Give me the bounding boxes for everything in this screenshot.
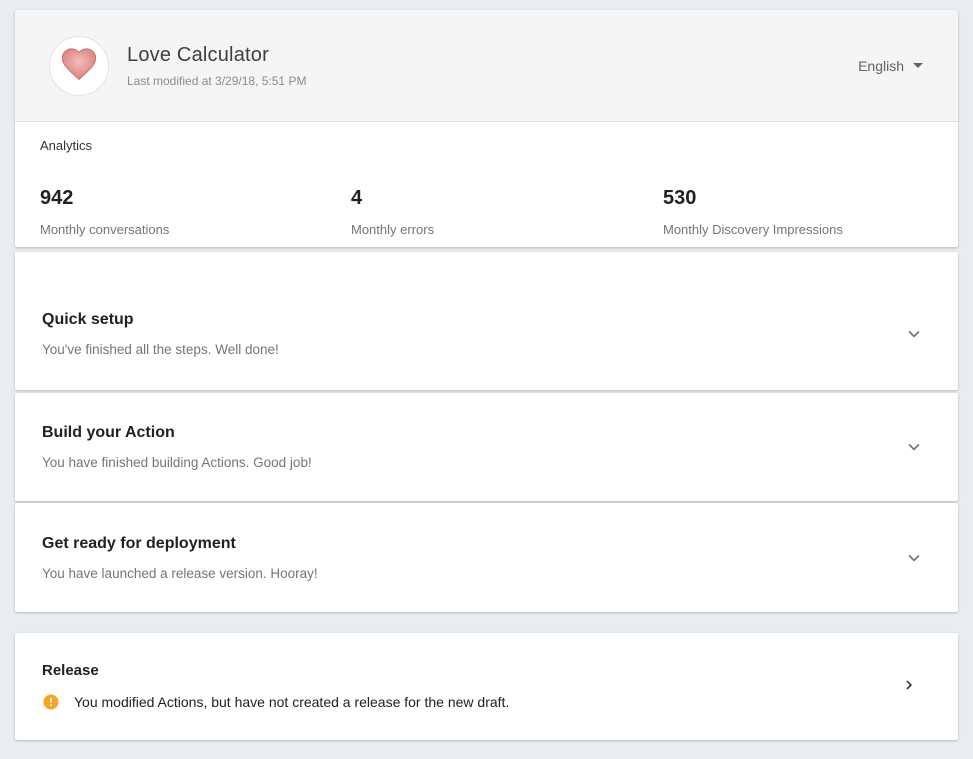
panel-subtitle: You've finished all the steps. Well done… <box>42 342 279 357</box>
panel-title: Quick setup <box>42 311 279 329</box>
metric-value: 942 <box>40 187 351 210</box>
metric-label: Monthly Discovery Impressions <box>663 222 933 237</box>
page: Love Calculator Last modified at 3/29/18… <box>0 0 973 740</box>
panel-content: Get ready for deployment You have launch… <box>42 535 318 581</box>
metric-monthly-conversations: 942 Monthly conversations <box>40 187 351 237</box>
language-label: English <box>858 58 904 74</box>
metrics-row: 942 Monthly conversations 4 Monthly erro… <box>40 187 933 237</box>
panel-content: Build your Action You have finished buil… <box>42 424 312 470</box>
panel-quick-setup[interactable]: Quick setup You've finished all the step… <box>15 252 958 390</box>
panel-title: Get ready for deployment <box>42 535 318 553</box>
analytics-section: Analytics 942 Monthly conversations 4 Mo… <box>15 122 958 247</box>
release-content: Release You modified Actions, but have n… <box>42 662 509 711</box>
chevron-right-icon[interactable] <box>900 676 922 698</box>
language-selector[interactable]: English <box>858 58 923 74</box>
heart-icon <box>59 44 99 87</box>
panel-title: Build your Action <box>42 424 312 442</box>
release-card[interactable]: Release You modified Actions, but have n… <box>15 633 958 740</box>
chevron-down-icon[interactable] <box>903 323 925 345</box>
release-warning-row: You modified Actions, but have not creat… <box>42 693 509 711</box>
metric-label: Monthly errors <box>351 222 663 237</box>
header-text: Love Calculator Last modified at 3/29/18… <box>127 44 858 88</box>
app-avatar <box>49 36 109 96</box>
metric-monthly-errors: 4 Monthly errors <box>351 187 663 237</box>
panel-get-ready-for-deployment[interactable]: Get ready for deployment You have launch… <box>15 503 958 612</box>
app-header: Love Calculator Last modified at 3/29/18… <box>15 10 958 122</box>
metric-value: 4 <box>351 187 663 210</box>
release-title: Release <box>42 662 509 679</box>
panel-subtitle: You have finished building Actions. Good… <box>42 455 312 470</box>
metric-monthly-discovery-impressions: 530 Monthly Discovery Impressions <box>663 187 933 237</box>
app-card: Love Calculator Last modified at 3/29/18… <box>15 10 958 247</box>
page-title: Love Calculator <box>127 44 858 67</box>
panel-build-your-action[interactable]: Build your Action You have finished buil… <box>15 393 958 501</box>
chevron-down-icon[interactable] <box>903 436 925 458</box>
release-message: You modified Actions, but have not creat… <box>74 694 509 710</box>
panel-subtitle: You have launched a release version. Hoo… <box>42 566 318 581</box>
last-modified: Last modified at 3/29/18, 5:51 PM <box>127 74 858 88</box>
dropdown-arrow-icon[interactable] <box>913 63 923 68</box>
panel-content: Quick setup You've finished all the step… <box>42 311 279 357</box>
warning-icon <box>42 693 60 711</box>
analytics-heading: Analytics <box>40 138 933 153</box>
chevron-down-icon[interactable] <box>903 547 925 569</box>
metric-label: Monthly conversations <box>40 222 351 237</box>
metric-value: 530 <box>663 187 933 210</box>
